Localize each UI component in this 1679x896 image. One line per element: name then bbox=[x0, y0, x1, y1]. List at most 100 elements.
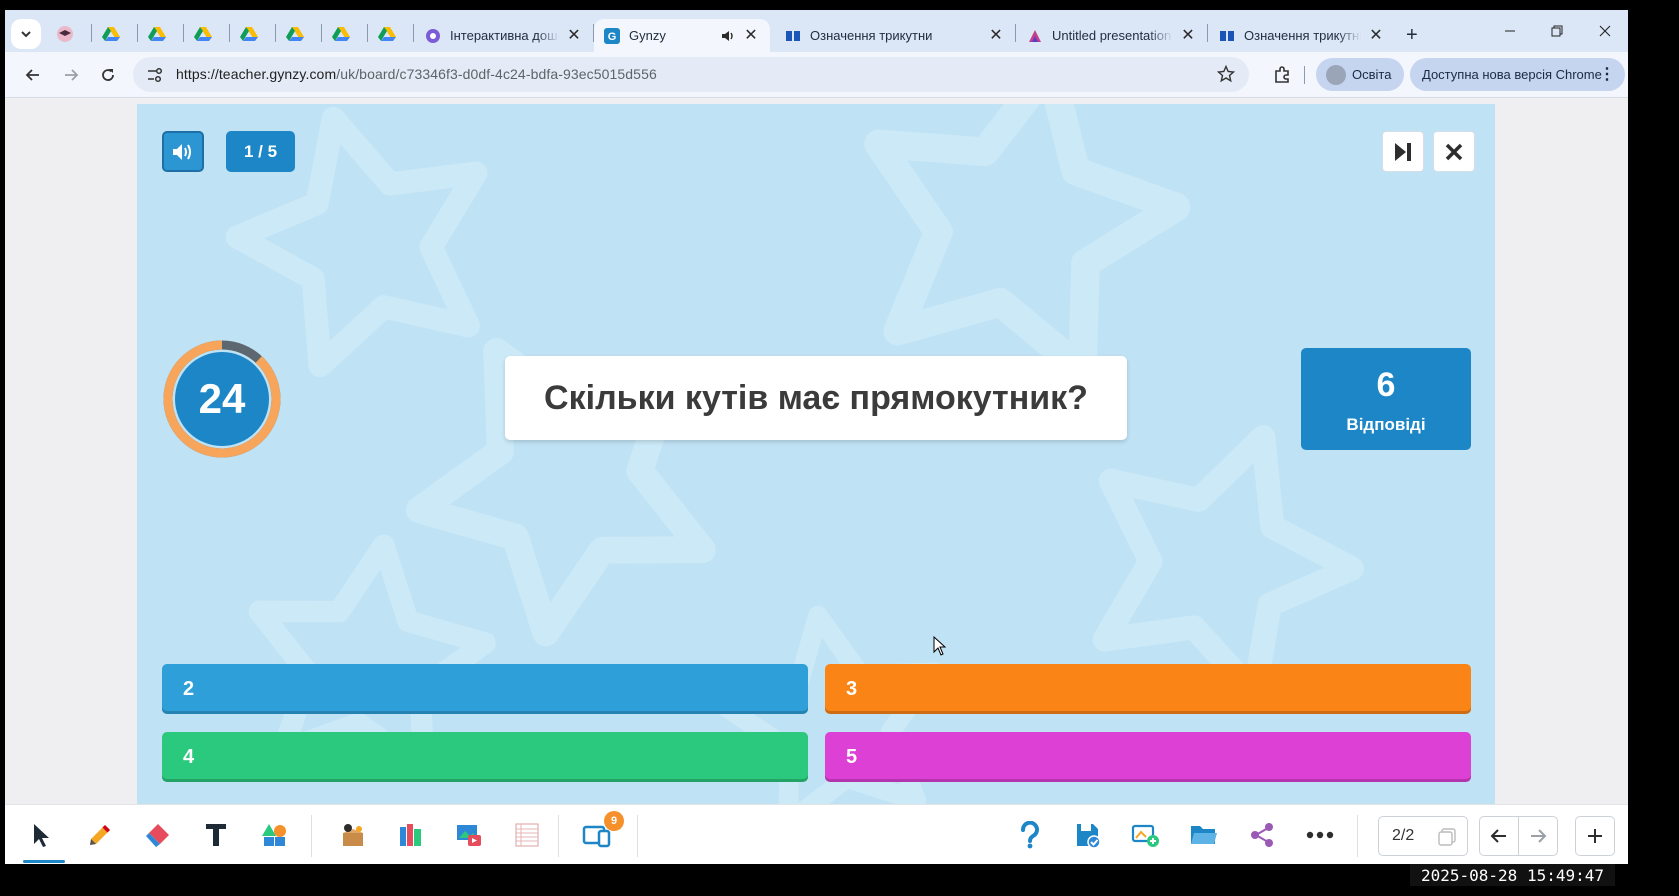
drive-icon bbox=[332, 27, 350, 41]
tab-title: Означення трикутни bbox=[1244, 28, 1361, 43]
add-page-button[interactable] bbox=[1127, 817, 1165, 853]
tab-strip: Інтерактивна дошка ✕ G Gynzy ✕ Означення… bbox=[5, 10, 1628, 52]
pages-icon bbox=[1438, 828, 1456, 846]
close-tab-icon[interactable]: ✕ bbox=[1179, 27, 1197, 45]
shapes-tool[interactable] bbox=[255, 817, 293, 853]
open-folder-button[interactable] bbox=[1185, 817, 1223, 853]
pinned-tab-drive-1[interactable] bbox=[93, 21, 129, 47]
question-mark-icon bbox=[1021, 821, 1039, 849]
select-tool[interactable] bbox=[23, 817, 61, 853]
skip-button[interactable] bbox=[1382, 131, 1424, 172]
profile-label: Освіта bbox=[1352, 67, 1392, 82]
tab-triangle-definition-2[interactable]: Означення трикутни ✕ bbox=[1209, 19, 1395, 52]
devices-tool[interactable]: 9 bbox=[578, 811, 624, 853]
lined-paper-icon bbox=[515, 823, 539, 847]
browser-toolbar: https://teacher.gynzy.com/uk/board/c7334… bbox=[5, 52, 1628, 98]
answer-option-a[interactable]: 2 bbox=[162, 664, 808, 714]
pen-tool[interactable] bbox=[81, 817, 119, 853]
new-tab-button[interactable]: + bbox=[1400, 19, 1430, 52]
timer-value: 24 bbox=[198, 375, 246, 422]
worksheet-tool[interactable] bbox=[508, 817, 546, 853]
forward-button[interactable] bbox=[56, 60, 86, 90]
speaker-icon bbox=[722, 30, 733, 41]
tab-triangle-definition-1[interactable]: Означення трикутни ✕ bbox=[775, 19, 1015, 52]
add-page-plus-button[interactable] bbox=[1575, 816, 1615, 856]
reload-icon bbox=[102, 69, 114, 81]
avatar bbox=[1326, 64, 1346, 85]
previous-page-button[interactable] bbox=[1479, 816, 1519, 856]
page-indicator-text: 2/2 bbox=[1392, 827, 1415, 844]
arrow-right-icon bbox=[65, 69, 79, 81]
drive-icon bbox=[102, 27, 120, 41]
close-tab-icon[interactable]: ✕ bbox=[987, 27, 1005, 45]
tab-title: Gynzy bbox=[629, 28, 666, 43]
page-indicator[interactable]: 2/2 bbox=[1378, 816, 1468, 856]
pinned-tab-drive-6[interactable] bbox=[323, 21, 359, 47]
help-button[interactable] bbox=[1011, 817, 1049, 853]
skip-next-icon bbox=[1395, 142, 1411, 161]
tab-untitled-presentation[interactable]: Untitled presentation ✕ bbox=[1017, 19, 1207, 52]
toolbox-tool[interactable] bbox=[334, 817, 372, 853]
answer-option-d[interactable]: 5 bbox=[825, 732, 1471, 782]
pinned-tab-drive-3[interactable] bbox=[185, 21, 221, 47]
pinned-tab-drive-4[interactable] bbox=[231, 21, 267, 47]
answers-count-label: Відповіді bbox=[1346, 415, 1426, 434]
answer-option-b[interactable]: 3 bbox=[825, 664, 1471, 714]
save-button[interactable] bbox=[1069, 817, 1107, 853]
close-tab-icon[interactable]: ✕ bbox=[1367, 27, 1385, 45]
pinned-tab-drive-7[interactable] bbox=[369, 21, 405, 47]
pinned-tab-drive-5[interactable] bbox=[277, 21, 313, 47]
book-icon bbox=[1220, 30, 1234, 41]
close-quiz-button[interactable] bbox=[1433, 131, 1475, 172]
minimize-button[interactable] bbox=[1488, 18, 1532, 44]
back-button[interactable] bbox=[18, 60, 48, 90]
svg-text:G: G bbox=[608, 31, 617, 43]
tab-interactive-board[interactable]: Інтерактивна дошка ✕ bbox=[415, 19, 593, 52]
plus-icon: + bbox=[1406, 24, 1418, 46]
sound-button[interactable] bbox=[162, 131, 204, 172]
text-tool[interactable] bbox=[197, 817, 235, 853]
question-text: Скільки кутів має прямокутник? bbox=[505, 356, 1127, 440]
drive-icon bbox=[240, 27, 258, 41]
gynzy-icon: G bbox=[604, 27, 620, 44]
answers-count-badge: 6 Відповіді bbox=[1301, 348, 1471, 450]
book-icon bbox=[786, 30, 800, 41]
close-tab-icon[interactable]: ✕ bbox=[565, 27, 583, 45]
tab-gynzy[interactable]: G Gynzy ✕ bbox=[594, 19, 770, 52]
profile-button[interactable]: Освіта bbox=[1316, 58, 1404, 91]
drive-icon bbox=[194, 27, 212, 41]
extensions-button[interactable] bbox=[1267, 60, 1297, 90]
eraser-tool[interactable] bbox=[139, 817, 177, 853]
reload-button[interactable] bbox=[93, 60, 123, 90]
pencil-icon bbox=[90, 825, 110, 845]
close-icon bbox=[1445, 143, 1463, 160]
library-tool[interactable] bbox=[392, 817, 430, 853]
mouse-cursor-icon bbox=[933, 636, 947, 656]
notification-badge: 9 bbox=[604, 811, 624, 831]
more-vertical-icon[interactable]: ⋮ bbox=[1599, 64, 1615, 84]
media-icon bbox=[457, 825, 481, 846]
site-settings-icon bbox=[148, 67, 163, 83]
tab-title: Інтерактивна дошка bbox=[450, 28, 559, 43]
pinned-tab-drive-2[interactable] bbox=[139, 21, 175, 47]
tab-search-button[interactable] bbox=[11, 19, 41, 49]
answer-option-c[interactable]: 4 bbox=[162, 732, 808, 782]
chrome-update-button[interactable]: Доступна нова версія Chrome ⋮ bbox=[1410, 58, 1625, 91]
address-bar[interactable]: https://teacher.gynzy.com/uk/board/c7334… bbox=[133, 57, 1249, 92]
more-button[interactable] bbox=[1301, 817, 1339, 853]
gynzy-purple-icon bbox=[426, 28, 440, 43]
media-tool[interactable] bbox=[450, 817, 488, 853]
update-label: Доступна нова версія Chrome bbox=[1422, 67, 1602, 82]
url-text: https://teacher.gynzy.com/uk/board/c7334… bbox=[176, 66, 657, 82]
close-tab-icon[interactable]: ✕ bbox=[742, 27, 760, 45]
next-page-button[interactable] bbox=[1518, 816, 1558, 856]
page-content: 1 / 5 24 Скільки кутів має прямокутник? … bbox=[5, 99, 1628, 804]
restore-button[interactable] bbox=[1535, 18, 1579, 44]
shapes-icon bbox=[262, 824, 286, 846]
close-window-button[interactable] bbox=[1583, 18, 1627, 44]
share-button[interactable] bbox=[1243, 817, 1281, 853]
gamma-icon bbox=[1029, 29, 1041, 42]
pinned-tab-1[interactable] bbox=[47, 21, 83, 47]
share-icon bbox=[1251, 823, 1273, 847]
arrow-left-icon bbox=[25, 69, 39, 81]
